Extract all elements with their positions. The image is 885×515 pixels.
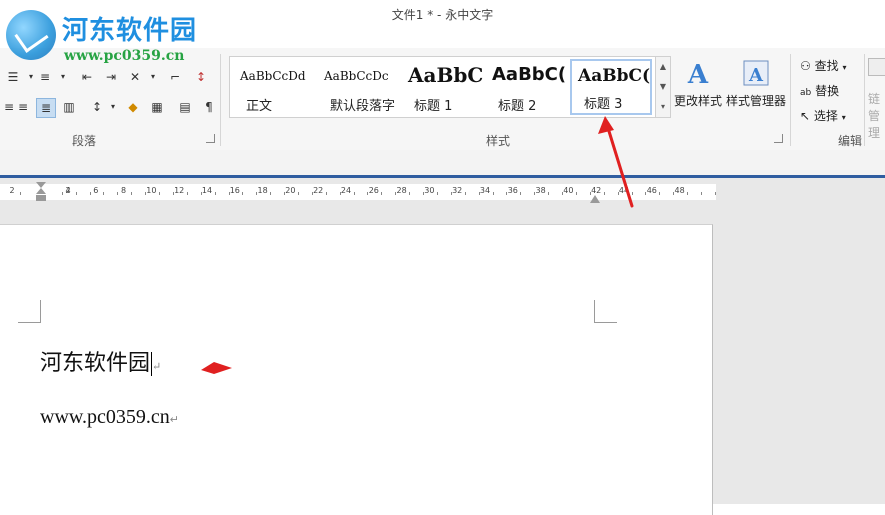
annotation-arrow-to-heading-3 bbox=[598, 116, 634, 208]
annotation-arrows bbox=[201, 116, 634, 374]
annotation-arrow-to-text bbox=[201, 362, 232, 374]
